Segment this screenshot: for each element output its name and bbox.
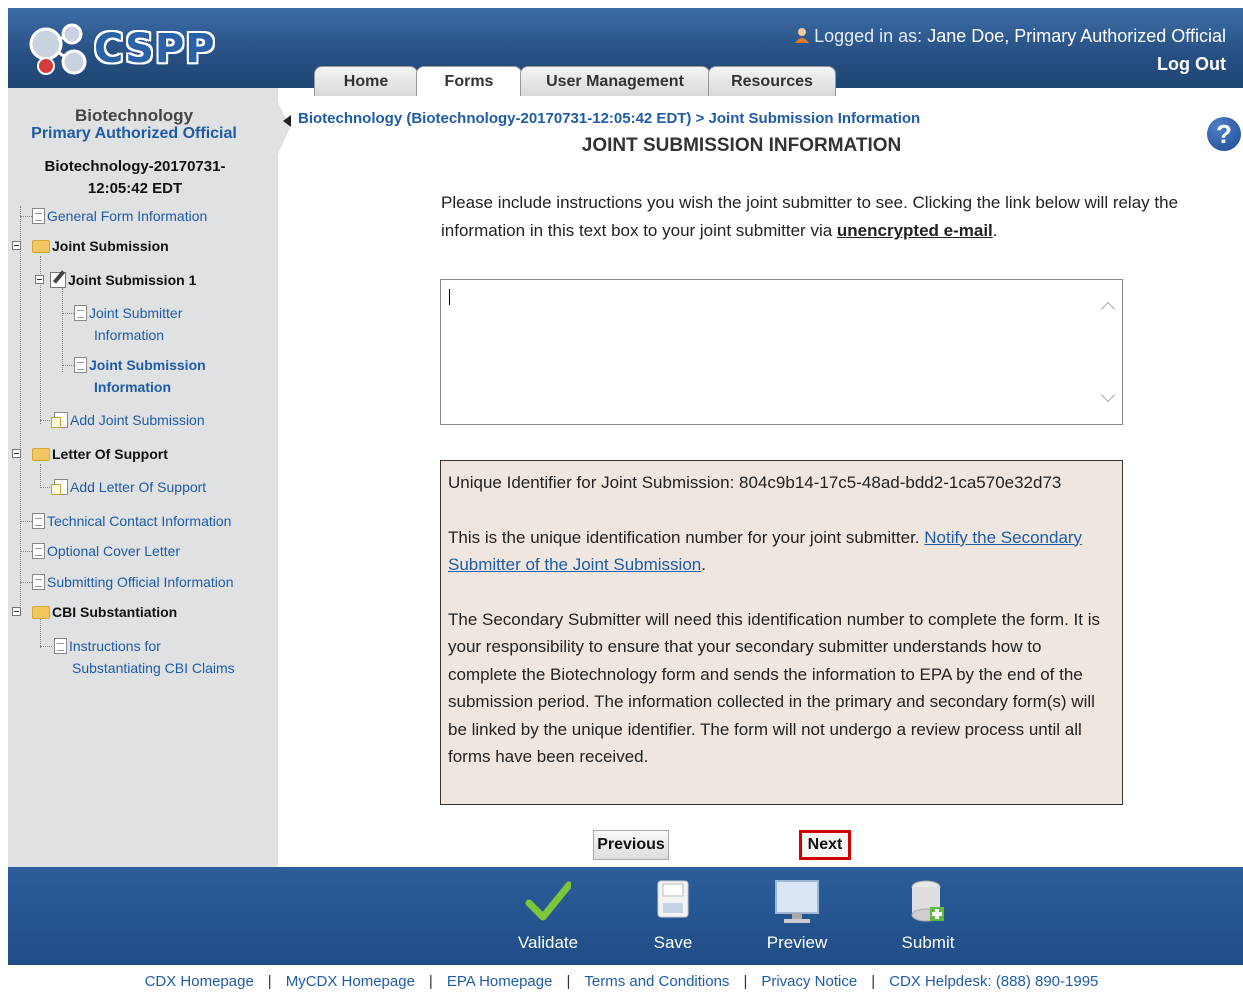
collapse-joint-submission-icon[interactable] [12,241,21,250]
folder-icon [32,448,50,461]
footer-link-privacy[interactable]: Privacy Notice [761,973,857,990]
app-header: CSPP Logged in as: Jane Doe, Primary Aut… [8,8,1243,96]
next-button[interactable]: Next [799,830,851,860]
tab-forms[interactable]: Forms [416,66,522,96]
footer-link-mycdx-homepage[interactable]: MyCDX Homepage [286,973,415,990]
molecule-logo-icon [29,23,87,75]
sidebar-item-add-joint-submission[interactable]: Add Joint Submission [51,409,205,431]
page-title: JOINT SUBMISSION INFORMATION [581,135,902,156]
unique-identifier-value: 804c9b14-17c5-48ad-bdd2-1ca570e32d73 [739,473,1062,492]
help-icon[interactable]: ? [1207,117,1241,151]
sidebar-item-technical-contact-information[interactable]: Technical Contact Information [32,510,231,532]
sidebar-item-joint-submission-information-line2[interactable]: Information [94,376,171,398]
footer-link-cdx-homepage[interactable]: CDX Homepage [145,973,254,990]
sidebar-item-cbi-substantiation[interactable]: CBI Substantiation [32,601,177,623]
document-icon [32,513,45,529]
user-icon [794,27,810,43]
add-document-icon [51,412,68,428]
action-toolbar: Validate Save Preview Submit [8,867,1243,965]
document-icon [32,543,45,559]
sidebar-collapse-arrow[interactable] [278,102,290,154]
checkmark-icon [525,881,571,921]
previous-button[interactable]: Previous [593,830,669,860]
document-icon [32,574,45,590]
joint-submission-info-box: Unique Identifier for Joint Submission: … [440,460,1123,805]
text-caret [449,289,450,305]
logged-in-user-name: Jane Doe, Primary Authorized Official [927,26,1226,46]
document-icon [54,638,67,654]
tab-user-management[interactable]: User Management [520,66,710,96]
save-button[interactable]: Save [633,867,713,965]
add-document-icon [51,479,68,495]
cspp-logo[interactable]: CSPP [24,22,215,76]
sidebar-item-instructions-cbi[interactable]: Instructions for [54,635,161,657]
sidebar-item-joint-submission-information[interactable]: Joint Submission [74,354,206,376]
preview-button[interactable]: Preview [757,867,837,965]
sidebar-item-instructions-cbi-line2[interactable]: Substantiating CBI Claims [72,657,235,679]
footer-links: CDX Homepage | MyCDX Homepage | EPA Homepage… [144,973,1099,990]
folder-icon [32,240,50,253]
breadcrumb-arrow-icon [283,115,291,127]
logged-in-user: Logged in as: Jane Doe, Primary Authoriz… [794,26,1226,47]
submit-button[interactable]: Submit [888,867,968,965]
collapse-joint-submission-1-icon[interactable] [35,275,44,284]
document-icon [32,208,45,224]
logo-text: CSPP [94,26,216,72]
edit-document-icon [50,272,66,288]
unique-identifier-line: Unique Identifier for Joint Submission: … [448,473,1062,492]
sidebar-form-id: Biotechnology-20170731-12:05:42 EDT [44,158,226,197]
footer-link-helpdesk[interactable]: CDX Helpdesk: (888) 890-1995 [889,973,1098,990]
sidebar-item-general-form-information[interactable]: General Form Information [32,205,207,227]
footer-link-epa-homepage[interactable]: EPA Homepage [447,973,553,990]
sidebar-item-joint-submission[interactable]: Joint Submission [32,235,169,257]
save-icon [657,880,689,918]
footer-link-terms[interactable]: Terms and Conditions [584,973,729,990]
breadcrumb[interactable]: Biotechnology (Biotechnology-20170731-12… [298,110,920,127]
instructions-textarea[interactable] [441,280,1122,424]
collapse-letter-of-support-icon[interactable] [12,449,21,458]
sidebar-item-joint-submitter-information[interactable]: Joint Submitter [74,302,182,324]
monitor-icon [775,880,819,923]
collapse-cbi-substantiation-icon[interactable] [12,607,21,616]
logged-in-prefix: Logged in as: [814,26,923,46]
instructions-text: Please include instructions you wish the… [441,193,1179,240]
sidebar-form-title: Biotechnology [74,106,194,125]
unencrypted-email-emphasis: unencrypted e-mail [836,221,993,240]
tab-home[interactable]: Home [314,66,418,96]
tab-resources[interactable]: Resources [708,66,836,96]
secondary-submitter-explanation: The Secondary Submitter will need this i… [448,609,1100,767]
folder-icon [32,606,50,619]
validate-button[interactable]: Validate [508,867,588,965]
logout-link[interactable]: Log Out [1157,54,1226,75]
database-submit-icon [911,880,944,922]
sidebar-item-add-letter-of-support[interactable]: Add Letter Of Support [51,476,206,498]
document-icon [74,305,87,321]
sidebar-item-joint-submitter-information-line2[interactable]: Information [94,324,164,346]
document-icon [74,357,87,373]
sidebar-role: Primary Authorized Official [31,125,237,142]
sidebar-item-letter-of-support[interactable]: Letter Of Support [32,443,168,465]
sidebar-item-optional-cover-letter[interactable]: Optional Cover Letter [32,540,180,562]
sidebar-item-joint-submission-1[interactable]: Joint Submission 1 [50,269,196,291]
form-navigation-sidebar: Biotechnology Primary Authorized Officia… [8,88,290,868]
sidebar-item-submitting-official-information[interactable]: Submitting Official Information [32,571,234,593]
instructions-textarea-container [440,279,1123,425]
notify-paragraph: This is the unique identification number… [448,527,1083,575]
